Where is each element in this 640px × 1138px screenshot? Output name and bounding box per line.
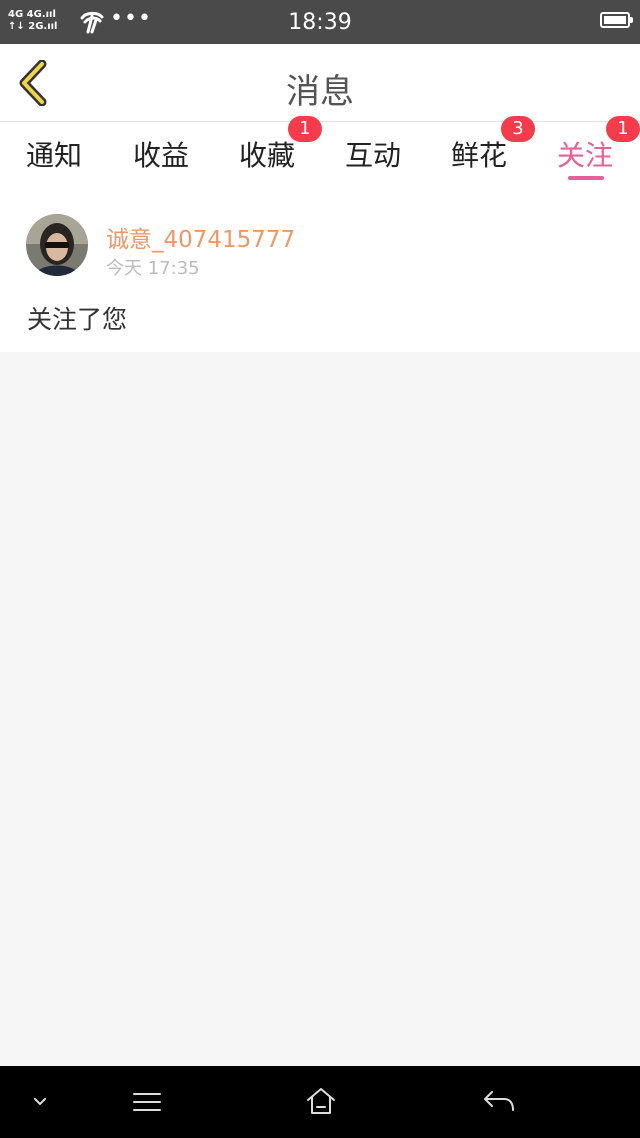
battery-full-icon	[600, 12, 633, 28]
system-nav-bar	[0, 1066, 640, 1138]
tab-notifications[interactable]: 通知	[1, 134, 107, 174]
menu-icon[interactable]	[131, 1090, 163, 1114]
tab-label: 收藏	[238, 139, 295, 172]
tab-bar: 通知 收益 收藏 1 互动 鲜花 3 关注 1	[0, 116, 640, 188]
chevron-down-icon[interactable]	[32, 1096, 48, 1108]
tab-follows-badge: 1	[606, 116, 640, 142]
message-text: 关注了您	[27, 305, 128, 334]
tab-label: 鲜花	[450, 139, 507, 172]
tab-label: 互动	[344, 139, 401, 172]
clock: 18:39	[288, 10, 352, 35]
timestamp: 今天 17:35	[106, 258, 200, 279]
tab-earnings[interactable]: 收益	[108, 134, 214, 174]
header-bar: 消息	[0, 44, 640, 122]
user-avatar[interactable]	[26, 214, 88, 276]
tab-label: 收益	[132, 139, 189, 172]
tab-interactions[interactable]: 互动	[320, 134, 426, 174]
status-bar: 4G 4G.ııl ↑↓ 2G.ııl ••• 18:39	[0, 0, 640, 44]
active-tab-indicator	[568, 176, 604, 180]
tab-label: 通知	[25, 139, 82, 172]
tab-favorites-badge: 1	[288, 116, 322, 142]
home-icon[interactable]	[305, 1086, 337, 1116]
back-arrow-icon[interactable]	[482, 1088, 516, 1114]
username[interactable]: 诚意_407415777	[106, 220, 295, 254]
tab-label: 关注	[556, 139, 613, 172]
list-item[interactable]: 诚意_407415777 今天 17:35 关注了您	[0, 188, 640, 352]
tab-flowers-badge: 3	[501, 116, 535, 142]
page-title: 消息	[286, 72, 354, 112]
